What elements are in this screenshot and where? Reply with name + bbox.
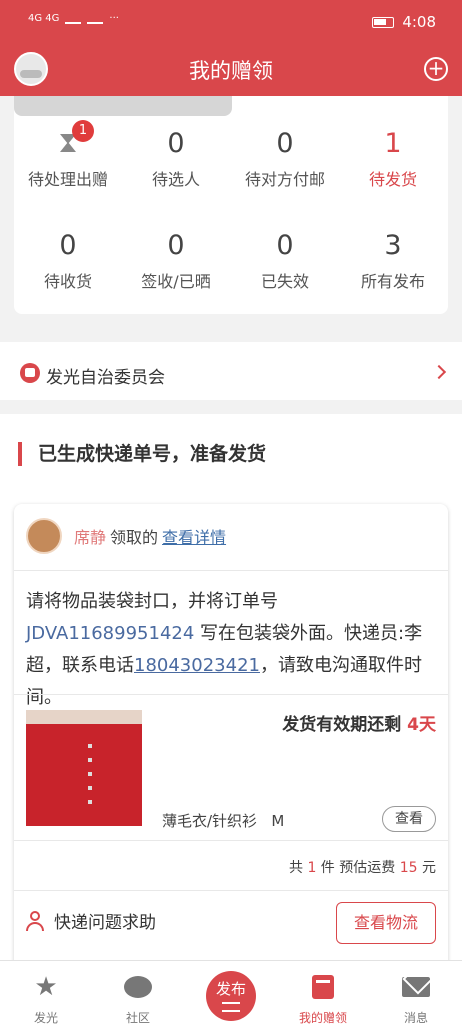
signal-icon-2: [87, 12, 104, 24]
stat-label: 待发货: [368, 170, 417, 189]
tab-shine[interactable]: ★ 发光: [0, 971, 92, 1026]
tab-messages[interactable]: 消息: [370, 971, 462, 1026]
stat-to-ship[interactable]: 1 待发货: [339, 128, 447, 190]
product-category: 薄毛衣/针织衫: [162, 812, 258, 830]
deadline-label: 发货有效期还剩: [282, 715, 408, 735]
divider: [14, 694, 448, 695]
chat-icon: [92, 971, 184, 1003]
battery-icon: [372, 16, 395, 28]
status-right: 4:08: [372, 13, 436, 31]
product-name: 薄毛衣/针织衫 M: [162, 810, 284, 831]
stat-signed[interactable]: 0 签收/已晒: [122, 230, 230, 292]
stats-card: 待处理出赠 1 0 待选人 0 待对方付邮 1 待发货 0 待收货 0 签收/已…: [14, 96, 448, 314]
divider: [14, 840, 448, 841]
summary-text: 件 预估运费: [316, 860, 400, 876]
product-size: M: [271, 812, 285, 830]
chevron-right-icon: [431, 364, 447, 380]
stat-label: 已失效: [260, 272, 309, 291]
divider: [14, 570, 448, 571]
status-time: 4:08: [402, 13, 436, 31]
stat-all-posts[interactable]: 3 所有发布: [339, 230, 447, 292]
divider: [14, 890, 448, 891]
tab-label: 社区: [125, 1011, 150, 1025]
committee-row[interactable]: 发光自治委员会: [0, 342, 462, 400]
order-summary: 共 1 件 预估运费 15 元: [289, 857, 436, 877]
committee-label: 发光自治委员会: [46, 368, 165, 388]
product-image[interactable]: [26, 710, 142, 826]
page-title: 我的赠领: [189, 59, 273, 83]
order-number: JDVA11689951424: [26, 623, 195, 644]
stat-value: 3: [384, 230, 402, 261]
stat-expired[interactable]: 0 已失效: [231, 230, 339, 292]
stat-awaiting-postage[interactable]: 0 待对方付邮: [231, 128, 339, 190]
view-button[interactable]: 查看: [382, 806, 436, 832]
divider: [288, 96, 390, 100]
stat-choosing[interactable]: 0 待选人: [122, 128, 230, 190]
status-icons: 4G 4G ···: [28, 12, 119, 24]
collapsed-banner: [14, 96, 232, 116]
courier-phone-link[interactable]: 18043023421: [134, 655, 260, 676]
tab-label: 我的赠领: [298, 1011, 347, 1025]
notification-badge: 1: [72, 120, 94, 142]
stat-label: 待对方付邮: [244, 170, 325, 189]
stat-label: 待处理出赠: [27, 170, 108, 189]
stat-value: 0: [276, 230, 294, 261]
stat-value: 0: [59, 230, 77, 261]
signal-text: 4G 4G: [28, 12, 60, 24]
courier-help-row[interactable]: 快递问题求助: [26, 908, 156, 933]
stat-label: 待收货: [43, 272, 92, 291]
shipping-fee: 15: [399, 860, 418, 876]
stat-value: 0: [167, 128, 185, 159]
stat-label: 签收/已晒: [141, 272, 211, 291]
star-icon: ★: [34, 972, 58, 1002]
add-circle-icon[interactable]: +: [424, 57, 448, 81]
stat-to-receive[interactable]: 0 待收货: [14, 230, 122, 292]
bottom-tab-bar: ★ 发光 社区 发布 我的赠领 消息: [0, 960, 462, 1028]
signal-icon: [65, 12, 82, 24]
gift-book-icon: [277, 971, 369, 1003]
stat-label: 所有发布: [360, 272, 425, 291]
app-header: 我的赠领 +: [0, 44, 462, 96]
tab-community[interactable]: 社区: [92, 971, 184, 1026]
user-action: 领取的: [110, 528, 159, 547]
mail-icon: [370, 971, 462, 1003]
instruction-text: 请将物品装袋封口，并将订单号: [26, 591, 278, 612]
order-card: 席静 领取的 查看详情 请将物品装袋封口，并将订单号 JDVA116899514…: [14, 504, 448, 974]
help-label: 快递问题求助: [54, 913, 156, 933]
committee-icon: [20, 363, 40, 383]
shipping-section: 已生成快递单号，准备发货 席静 领取的 查看详情 请将物品装袋封口，并将订单号 …: [0, 414, 462, 974]
publish-label: 发布: [215, 980, 246, 998]
tab-my-gifts[interactable]: 我的赠领: [277, 971, 369, 1026]
stat-label: 待选人: [151, 170, 200, 189]
deadline-days: 4天: [407, 715, 436, 735]
more-notifications: ···: [109, 12, 119, 24]
status-bar: 4G 4G ··· 4:08: [0, 0, 462, 44]
view-details-link[interactable]: 查看详情: [162, 524, 226, 548]
publish-button[interactable]: 发布: [206, 971, 256, 1021]
person-icon: [26, 910, 44, 931]
tab-label: 消息: [403, 1011, 428, 1025]
summary-text: 共: [288, 860, 308, 876]
user-name[interactable]: 席静: [74, 524, 106, 548]
stat-value: 0: [167, 230, 185, 261]
section-title: 已生成快递单号，准备发货: [18, 442, 266, 466]
stat-value: 1: [384, 128, 402, 159]
stat-pending-gifts[interactable]: 待处理出赠: [14, 128, 122, 190]
avatar[interactable]: [26, 518, 62, 554]
summary-text: 元: [417, 860, 436, 876]
view-logistics-button[interactable]: 查看物流: [336, 902, 436, 944]
stat-value: 0: [276, 128, 294, 159]
user-row: 席静 领取的 查看详情: [26, 518, 226, 554]
shipping-deadline: 发货有效期还剩 4天: [282, 710, 436, 735]
tab-label: 发光: [33, 1011, 58, 1025]
